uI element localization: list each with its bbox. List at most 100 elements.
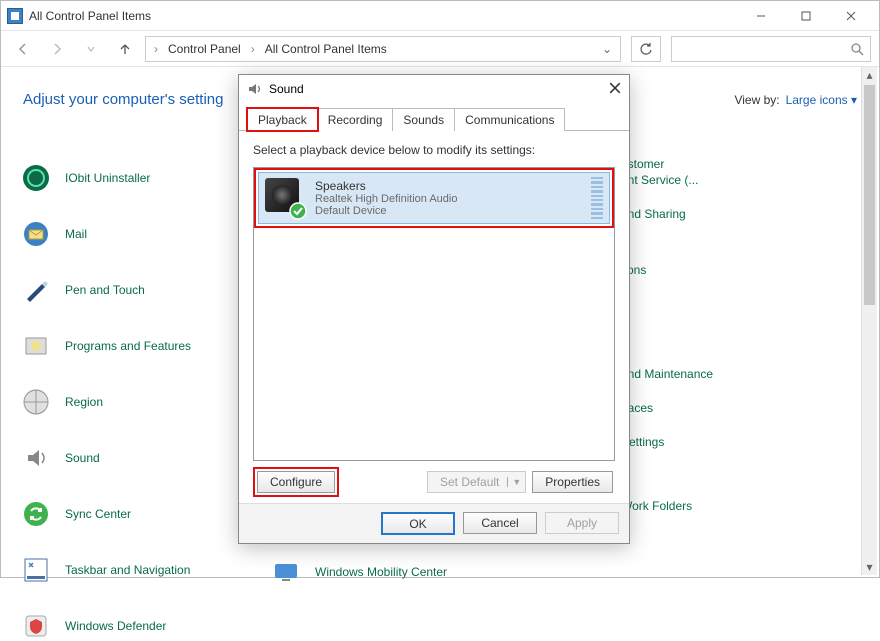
close-button[interactable] (828, 1, 873, 31)
sync-icon (21, 499, 51, 529)
up-button[interactable] (111, 36, 139, 62)
item-label: Work Folders (621, 499, 692, 513)
defender-icon (21, 611, 51, 641)
configure-button[interactable]: Configure (257, 471, 335, 493)
items-right-partial: ustomer ent Service (... and Sharing tio… (621, 157, 713, 521)
page-heading: Adjust your computer's setting (23, 91, 223, 108)
tab-communications[interactable]: Communications (454, 108, 565, 131)
tab-sounds[interactable]: Sounds (392, 108, 455, 131)
titlebar: All Control Panel Items (1, 1, 879, 31)
item-label: and Maintenance (621, 367, 713, 381)
item-programs-features[interactable]: Programs and Features (21, 331, 191, 361)
scroll-down-icon[interactable]: ▾ (862, 559, 877, 575)
item-label: Programs and Features (65, 339, 191, 353)
breadcrumb-dropdown[interactable]: ⌄ (602, 42, 618, 56)
button-label: Cancel (481, 516, 518, 530)
control-panel-window: All Control Panel Items › Control Panel … (0, 0, 880, 578)
item-partial-7[interactable]: Work Folders (621, 491, 713, 521)
item-partial-4[interactable]: and Maintenance (621, 367, 713, 381)
dialog-bottom-bar: OK Cancel Apply (239, 503, 629, 543)
taskbar-icon (21, 555, 51, 585)
item-label: Pen and Touch (65, 283, 145, 297)
dialog-close-button[interactable] (609, 82, 621, 97)
item-mail[interactable]: Mail (21, 219, 191, 249)
sound-icon (21, 443, 51, 473)
button-label: Set Default (440, 475, 499, 489)
item-label: Taskbar and Navigation (65, 563, 190, 577)
mobility-icon (271, 557, 301, 587)
dialog-tabs: Playback Recording Sounds Communications (239, 107, 629, 131)
window-title: All Control Panel Items (29, 9, 151, 23)
device-speakers[interactable]: Speakers Realtek High Definition Audio D… (258, 172, 610, 224)
dialog-titlebar: Sound (239, 75, 629, 103)
window-controls (738, 1, 873, 31)
item-label: Mail (65, 227, 87, 241)
iobit-icon (21, 163, 51, 193)
viewby-label: View by: (734, 93, 779, 107)
vertical-scrollbar[interactable]: ▴ ▾ (861, 67, 877, 575)
breadcrumb-seg-0[interactable]: Control Panel (162, 40, 247, 58)
control-panel-icon (7, 8, 23, 24)
viewby-value: Large icons (786, 93, 848, 107)
nav-bar: › Control Panel › All Control Panel Item… (1, 31, 879, 67)
vu-meter (591, 177, 603, 219)
item-windows-defender[interactable]: Windows Defender (21, 611, 191, 641)
item-label: ent Service (... (621, 173, 698, 187)
item-partial-1[interactable]: ent Service (... (621, 173, 713, 187)
item-label: IObit Uninstaller (65, 171, 150, 185)
viewby-link[interactable]: Large icons ▾ (786, 93, 857, 107)
item-label: and Sharing (621, 207, 686, 221)
item-partial-0[interactable]: ustomer (621, 157, 713, 171)
item-label: Sync Center (65, 507, 131, 521)
maximize-button[interactable] (783, 1, 828, 31)
configure-highlight: Configure (255, 469, 337, 495)
item-partial-3[interactable]: tions (621, 263, 713, 277)
scroll-up-icon[interactable]: ▴ (862, 67, 877, 83)
back-button[interactable] (9, 36, 37, 62)
item-label: Windows Mobility Center (315, 565, 447, 579)
forward-button[interactable] (43, 36, 71, 62)
dialog-body: Select a playback device below to modify… (239, 131, 629, 503)
pen-icon (21, 275, 51, 305)
minimize-button[interactable] (738, 1, 783, 31)
item-iobit-uninstaller[interactable]: IObit Uninstaller (21, 163, 191, 193)
item-windows-mobility-center[interactable]: Windows Mobility Center (271, 557, 447, 587)
button-label: Configure (270, 475, 322, 489)
chevron-right-icon[interactable]: › (249, 42, 257, 56)
cancel-button[interactable]: Cancel (463, 512, 537, 534)
item-sound[interactable]: Sound (21, 443, 191, 473)
tab-playback[interactable]: Playback (247, 108, 318, 131)
scrollbar-thumb[interactable] (864, 85, 875, 305)
chevron-down-icon: ▾ (851, 93, 857, 107)
chevron-right-icon[interactable]: › (152, 42, 160, 56)
item-label: Region (65, 395, 103, 409)
device-text: Speakers Realtek High Definition Audio D… (315, 179, 457, 217)
button-label: Apply (567, 516, 597, 530)
refresh-button[interactable] (631, 36, 661, 62)
device-name: Speakers (315, 179, 457, 193)
item-partial-5[interactable]: paces (621, 401, 713, 415)
tab-label: Sounds (403, 113, 444, 127)
set-default-button[interactable]: Set Default ▼ (427, 471, 526, 493)
breadcrumb-seg-1[interactable]: All Control Panel Items (259, 40, 393, 58)
item-pen-touch[interactable]: Pen and Touch (21, 275, 191, 305)
ok-button[interactable]: OK (381, 512, 455, 535)
item-partial-2[interactable]: and Sharing (621, 207, 713, 221)
speaker-icon (265, 178, 305, 218)
apply-button[interactable]: Apply (545, 512, 619, 534)
item-partial-6[interactable]: Settings (621, 435, 713, 449)
chevron-down-icon[interactable]: ▼ (507, 477, 521, 487)
recent-dropdown[interactable] (77, 36, 105, 62)
device-list[interactable]: Speakers Realtek High Definition Audio D… (253, 167, 615, 461)
breadcrumb[interactable]: › Control Panel › All Control Panel Item… (145, 36, 621, 62)
device-actions-row: Configure Set Default ▼ Properties (253, 461, 615, 495)
properties-button[interactable]: Properties (532, 471, 613, 493)
search-input[interactable] (671, 36, 871, 62)
item-sync-center[interactable]: Sync Center (21, 499, 191, 529)
sound-dialog: Sound Playback Recording Sounds Communic… (238, 74, 630, 544)
item-taskbar-navigation[interactable]: Taskbar and Navigation (21, 555, 191, 585)
sound-dialog-icon (247, 81, 263, 97)
item-region[interactable]: Region (21, 387, 191, 417)
tab-label: Playback (258, 113, 307, 127)
tab-recording[interactable]: Recording (317, 108, 394, 131)
